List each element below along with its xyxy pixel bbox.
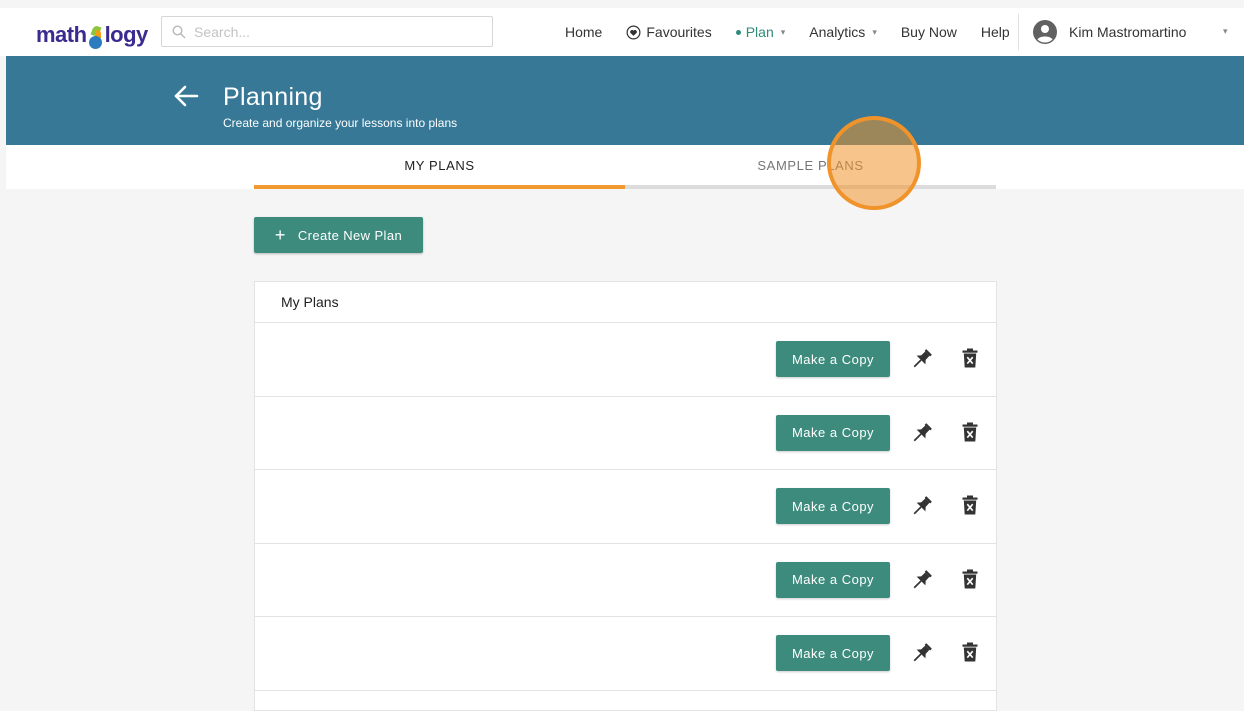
plan-row: Make a Copy bbox=[255, 544, 996, 617]
delete-icon[interactable] bbox=[962, 569, 978, 589]
plan-tabs: MY PLANS SAMPLE PLANS bbox=[6, 145, 1244, 189]
plan-row: Make a Copy bbox=[255, 323, 996, 397]
pin-icon[interactable] bbox=[910, 641, 934, 665]
pin-icon[interactable] bbox=[910, 421, 934, 445]
plan-row: Make a Copy bbox=[255, 617, 996, 691]
logo-text-right: logy bbox=[104, 22, 149, 47]
nav-buy-now[interactable]: Buy Now bbox=[901, 24, 957, 40]
delete-icon[interactable] bbox=[962, 348, 978, 368]
pin-icon[interactable] bbox=[910, 347, 934, 371]
tab-my-plans-label: MY PLANS bbox=[404, 157, 475, 173]
top-strip bbox=[0, 0, 1244, 8]
user-avatar-icon bbox=[1033, 20, 1057, 44]
nav-home[interactable]: Home bbox=[565, 24, 602, 40]
create-new-plan-button[interactable]: + Create New Plan bbox=[254, 217, 423, 253]
tab-sample-plans[interactable]: SAMPLE PLANS bbox=[625, 145, 996, 189]
nav-favourites-label: Favourites bbox=[646, 24, 712, 40]
page-title: Planning bbox=[223, 83, 323, 111]
search-input[interactable] bbox=[194, 23, 474, 40]
main-nav: Home Favourites Plan ▾ Analytics ▾ Buy N… bbox=[565, 8, 1010, 56]
logo-mark-icon bbox=[88, 24, 104, 49]
make-a-copy-button[interactable]: Make a Copy bbox=[776, 635, 890, 671]
mathology-logo[interactable]: math logy bbox=[36, 22, 149, 49]
make-a-copy-button[interactable]: Make a Copy bbox=[776, 561, 890, 598]
nav-plan[interactable]: Plan ▾ bbox=[735, 24, 786, 40]
tab-my-plans[interactable]: MY PLANS bbox=[254, 145, 625, 189]
nav-help[interactable]: Help bbox=[981, 24, 1010, 40]
plus-icon: + bbox=[274, 225, 286, 245]
chevron-down-icon: ▾ bbox=[1223, 26, 1228, 36]
create-new-plan-label: Create New Plan bbox=[297, 227, 403, 243]
pin-icon[interactable] bbox=[910, 568, 934, 592]
user-menu[interactable]: Kim Mastromartino ▾ bbox=[1033, 8, 1228, 56]
delete-icon[interactable] bbox=[962, 642, 978, 662]
nav-analytics-label: Analytics bbox=[809, 24, 866, 40]
plan-row: Make a Copy bbox=[255, 397, 996, 470]
my-plans-list: My Plans Make a Copy Make a Copy Make a … bbox=[254, 281, 997, 711]
chevron-down-icon: ▾ bbox=[780, 26, 786, 37]
page-subtitle: Create and organize your lessons into pl… bbox=[223, 116, 458, 130]
nav-help-label: Help bbox=[980, 24, 1010, 40]
nav-favourites[interactable]: Favourites bbox=[626, 24, 712, 40]
nav-analytics[interactable]: Analytics ▾ bbox=[809, 24, 877, 40]
make-a-copy-button[interactable]: Make a Copy bbox=[776, 414, 890, 451]
heart-circle-icon bbox=[626, 25, 641, 39]
nav-home-label: Home bbox=[565, 24, 603, 40]
logo-text-left: math bbox=[36, 22, 87, 47]
page-banner: Planning Create and organize your lesson… bbox=[6, 56, 1244, 145]
search-icon bbox=[172, 24, 186, 38]
click-highlight bbox=[827, 116, 921, 210]
delete-icon[interactable] bbox=[962, 422, 978, 442]
search-box[interactable] bbox=[161, 16, 493, 47]
make-a-copy-button[interactable]: Make a Copy bbox=[776, 341, 890, 377]
nav-buy-now-label: Buy Now bbox=[900, 24, 957, 40]
top-navbar: math logy Home Favourites Plan ▾ bbox=[0, 8, 1244, 56]
nav-divider bbox=[1018, 14, 1019, 50]
chevron-down-icon: ▾ bbox=[872, 26, 877, 37]
make-a-copy-button[interactable]: Make a Copy bbox=[776, 488, 890, 524]
back-arrow-icon[interactable] bbox=[172, 82, 200, 110]
nav-plan-label: Plan bbox=[745, 24, 774, 40]
active-dot-icon bbox=[735, 29, 741, 35]
pin-icon[interactable] bbox=[910, 494, 934, 518]
user-name: Kim Mastromartino bbox=[1069, 24, 1187, 40]
plan-row: Make a Copy bbox=[255, 470, 996, 544]
plans-list-header: My Plans bbox=[255, 282, 996, 323]
delete-icon[interactable] bbox=[962, 495, 978, 515]
